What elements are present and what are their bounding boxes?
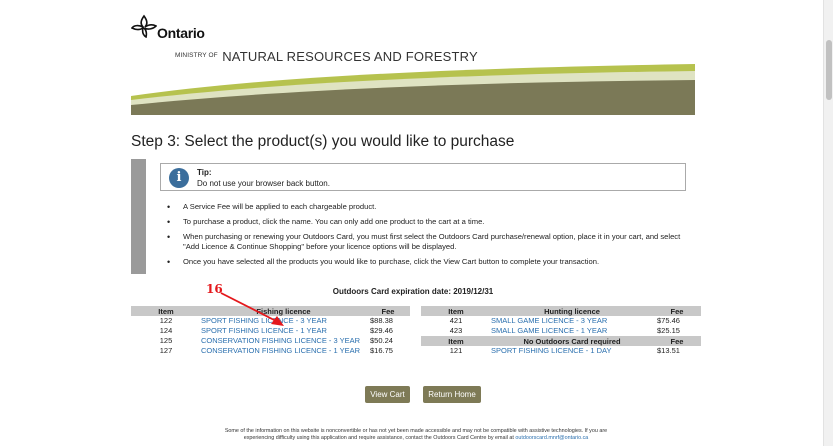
item-number: 121 [449, 346, 463, 355]
column-header-item: Item [421, 306, 491, 316]
view-cart-button[interactable]: View Cart [365, 386, 410, 403]
item-number: 423 [449, 326, 463, 335]
panel-accent-bar [131, 159, 146, 274]
logo-text: Ontario [157, 25, 205, 41]
tip-box: i Tip: Do not use your browser back butt… [160, 163, 686, 191]
fee-value: $88.38 [370, 316, 393, 325]
instruction-list: A Service Fee will be applied to each ch… [167, 202, 695, 272]
tip-label: Tip: [197, 168, 212, 177]
item-number: 124 [159, 326, 173, 335]
fee-value: $75.46 [657, 316, 680, 325]
table-row: 121 SPORT FISHING LICENCE - 1 DAY $13.51 [421, 346, 701, 356]
fee-value: $50.24 [370, 336, 393, 345]
page-title: Step 3: Select the product(s) you would … [131, 133, 515, 150]
instruction-item: Once you have selected all the products … [167, 257, 695, 267]
column-header-licence: Hunting licence [491, 306, 653, 316]
product-link[interactable]: SPORT FISHING LICENCE - 1 DAY [491, 346, 611, 355]
fee-value: $25.15 [657, 326, 680, 335]
column-header-fee: Fee [653, 306, 701, 316]
table-row: 423 SMALL GAME LICENCE - 1 YEAR $25.15 [421, 326, 701, 336]
column-header-item: Item [421, 336, 491, 346]
info-icon: i [169, 168, 189, 188]
item-number: 421 [449, 316, 463, 325]
trillium-icon [131, 14, 157, 38]
tip-text: Do not use your browser back button. [197, 179, 330, 188]
accessibility-footer: Some of the information on this website … [215, 428, 617, 442]
scrollbar-thumb[interactable] [826, 40, 832, 100]
column-header-fee: Fee [653, 336, 701, 346]
instruction-item: To purchase a product, click the name. Y… [167, 217, 695, 227]
fee-value: $16.75 [370, 346, 393, 355]
vertical-scrollbar[interactable] [823, 0, 833, 446]
product-link[interactable]: CONSERVATION FISHING LICENCE - 3 YEAR [201, 336, 360, 345]
item-number: 122 [159, 316, 173, 325]
header-banner [131, 64, 695, 115]
column-header-item: Item [131, 306, 201, 316]
instruction-item: When purchasing or renewing your Outdoor… [167, 232, 695, 252]
ministry-prefix: MINISTRY OF [175, 52, 218, 59]
table-header-row: Item No Outdoors Card required Fee [421, 336, 701, 346]
product-link[interactable]: SMALL GAME LICENCE - 3 YEAR [491, 316, 607, 325]
ontario-logo[interactable]: Ontario [131, 14, 205, 41]
product-link[interactable]: CONSERVATION FISHING LICENCE - 1 YEAR [201, 346, 360, 355]
instructions-panel: i Tip: Do not use your browser back butt… [131, 159, 695, 274]
support-email-link[interactable]: outdoorscard.mnrf@ontario.ca [515, 435, 588, 441]
table-row: 125 CONSERVATION FISHING LICENCE - 3 YEA… [131, 336, 410, 346]
fee-value: $29.46 [370, 326, 393, 335]
table-row: 421 SMALL GAME LICENCE - 3 YEAR $75.46 [421, 316, 701, 326]
table-header-row: Item Hunting licence Fee [421, 306, 701, 316]
column-header-no-card: No Outdoors Card required [491, 336, 653, 346]
return-home-button[interactable]: Return Home [423, 386, 481, 403]
annotation-arrow-icon [220, 292, 284, 326]
instruction-item: A Service Fee will be applied to each ch… [167, 202, 695, 212]
product-link[interactable]: SMALL GAME LICENCE - 1 YEAR [491, 326, 607, 335]
item-number: 125 [159, 336, 173, 345]
column-header-fee: Fee [366, 306, 410, 316]
item-number: 127 [159, 346, 173, 355]
site-header: Ontario MINISTRY OF NATURAL RESOURCES AN… [131, 10, 695, 115]
fee-value: $13.51 [657, 346, 680, 355]
hunting-licence-table: Item Hunting licence Fee 421 SMALL GAME … [421, 306, 701, 356]
table-row: 127 CONSERVATION FISHING LICENCE - 1 YEA… [131, 346, 410, 356]
